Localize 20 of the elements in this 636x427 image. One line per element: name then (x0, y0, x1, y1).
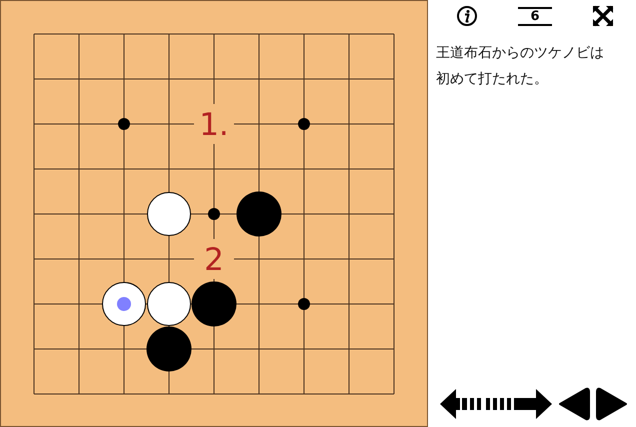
go-stone[interactable] (192, 282, 236, 326)
last-move-marker (117, 297, 131, 311)
go-stone[interactable] (147, 192, 191, 236)
previous-icon[interactable] (558, 387, 590, 421)
star-point (118, 118, 130, 130)
info-icon[interactable] (456, 5, 478, 27)
fullscreen-icon[interactable] (592, 5, 614, 27)
move-number[interactable]: 6 (518, 6, 552, 26)
board-label: 2 (204, 242, 224, 278)
go-stone[interactable] (236, 192, 282, 236)
star-point (298, 298, 310, 310)
go-stone[interactable] (147, 282, 191, 326)
star-point (298, 118, 310, 130)
comment-text: 王道布石からのツケノビは初めて打たれた。 (436, 44, 605, 89)
go-stone[interactable] (146, 326, 192, 372)
star-point (208, 208, 220, 220)
go-stone[interactable] (102, 282, 146, 326)
next-icon[interactable] (596, 387, 628, 421)
move-slider-icon[interactable] (440, 388, 552, 420)
board-label: 1. (199, 107, 229, 143)
